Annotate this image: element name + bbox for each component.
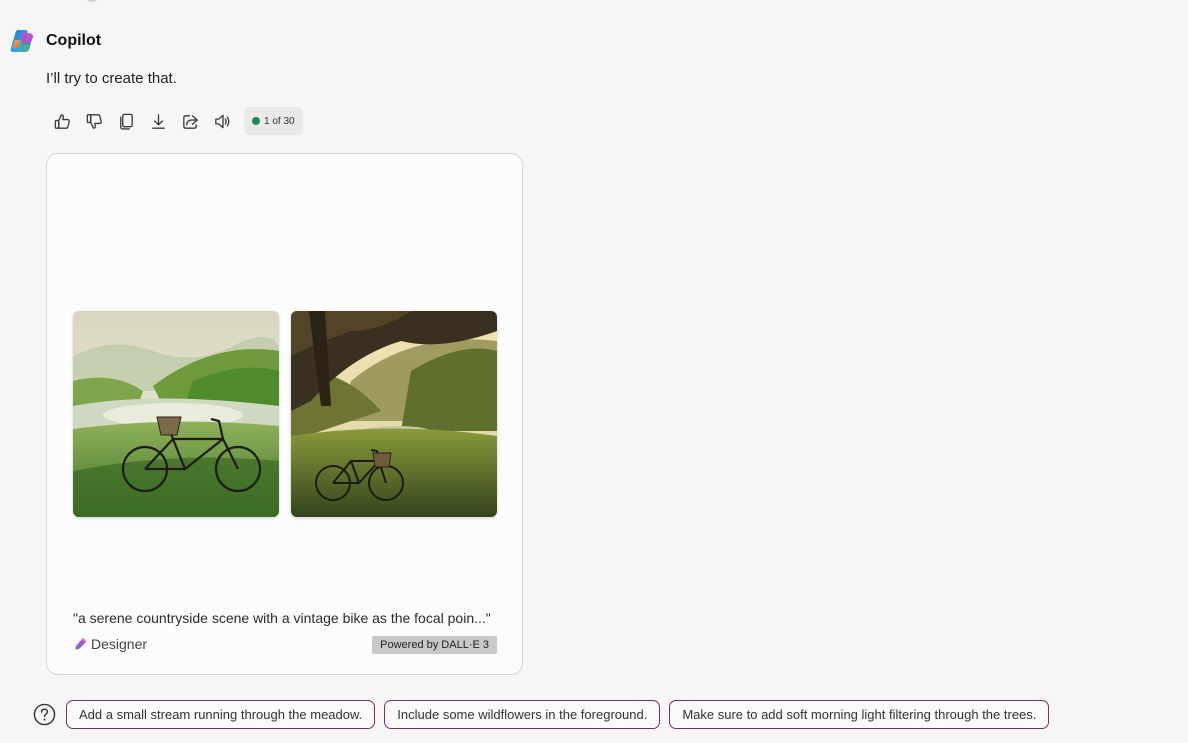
like-button[interactable] [46, 106, 78, 136]
assistant-name: Copilot [46, 32, 102, 49]
suggestion-row: Add a small stream running through the m… [33, 700, 1058, 729]
thumbs-down-icon [86, 113, 102, 129]
dislike-button[interactable] [78, 106, 110, 136]
designer-link[interactable]: Designer [74, 636, 147, 652]
designer-label: Designer [91, 636, 148, 652]
designer-icon [75, 638, 87, 650]
generated-image-2[interactable] [291, 311, 497, 517]
download-button[interactable] [142, 106, 174, 136]
image-prompt-text: "a serene countryside scene with a vinta… [73, 610, 491, 626]
speaker-icon [214, 114, 229, 128]
generated-image-1[interactable] [73, 311, 279, 517]
previous-message-edge [86, 0, 98, 2]
share-icon [182, 114, 198, 129]
copy-button[interactable] [110, 106, 142, 136]
suggestion-chip-wildflowers[interactable]: Include some wildflowers in the foregrou… [384, 700, 661, 729]
thumbs-up-icon [54, 113, 70, 129]
response-counter-badge: 1 of 30 [244, 107, 303, 135]
suggestion-chip-stream[interactable]: Add a small stream running through the m… [66, 700, 376, 729]
assistant-header: Copilot [9, 28, 101, 54]
powered-by-badge: Powered by DALL·E 3 [372, 636, 497, 654]
status-dot [252, 117, 260, 125]
message-action-toolbar: 1 of 30 [46, 106, 303, 136]
question-icon[interactable] [33, 703, 56, 726]
suggestion-chip-morning-light[interactable]: Make sure to add soft morning light filt… [669, 700, 1050, 729]
bike-meadow-image-1 [73, 311, 279, 517]
download-icon [151, 113, 165, 129]
image-result-card: "a serene countryside scene with a vinta… [46, 153, 523, 675]
copy-icon [119, 113, 133, 130]
read-aloud-button[interactable] [206, 106, 238, 136]
bike-meadow-image-2 [291, 311, 497, 517]
share-button[interactable] [174, 106, 206, 136]
copilot-logo-icon [10, 30, 34, 52]
copilot-chat-page: Copilot I’ll try to create that. 1 of 30… [0, 0, 1188, 743]
response-counter-text: 1 of 30 [264, 115, 295, 127]
assistant-message-text: I’ll try to create that. [46, 70, 177, 87]
